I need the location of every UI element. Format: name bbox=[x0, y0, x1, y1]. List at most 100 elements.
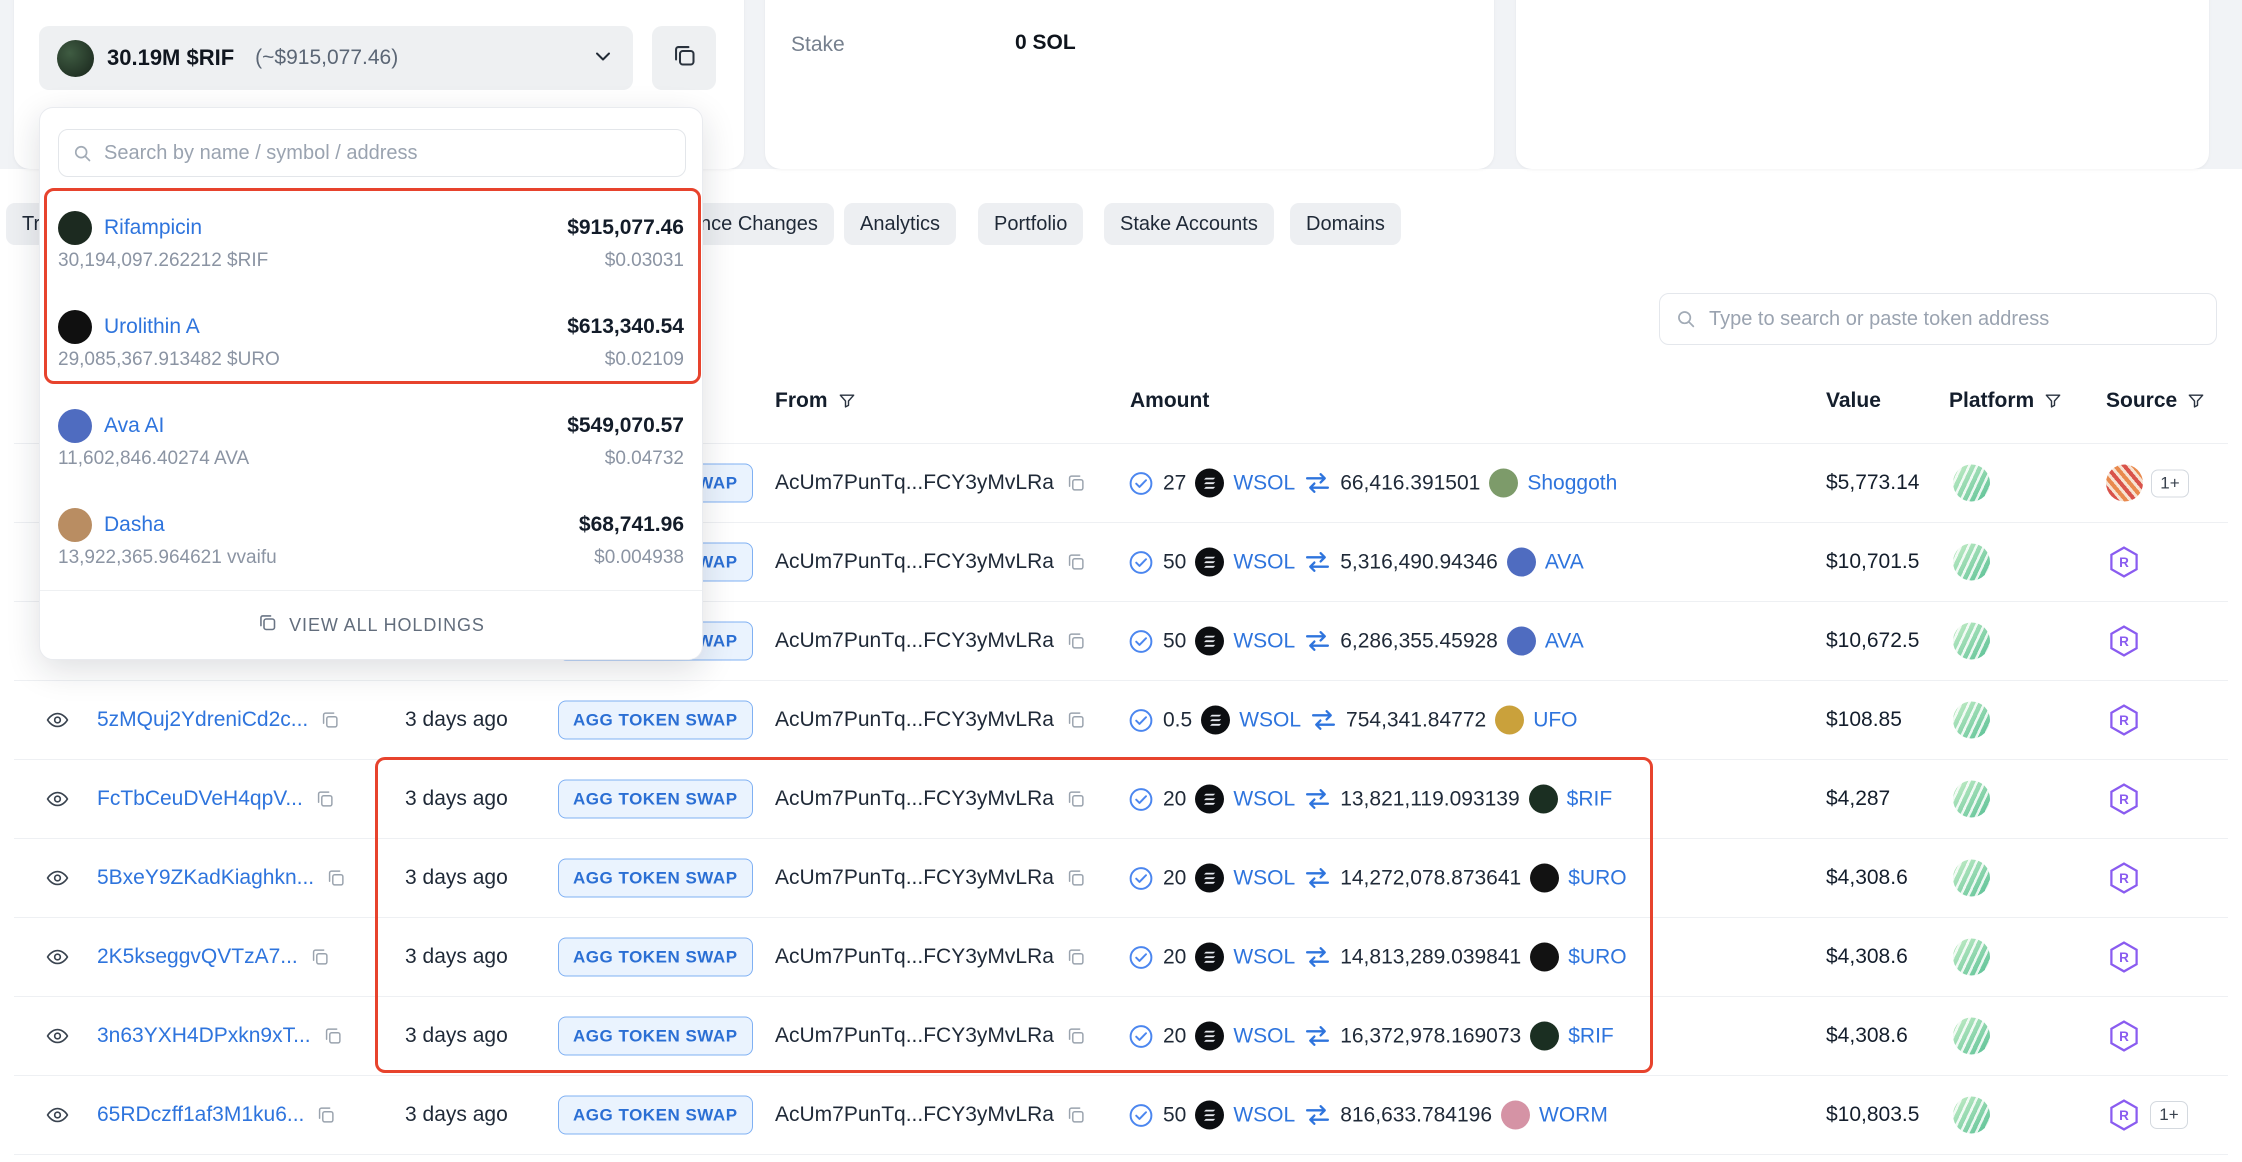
source-hex-icon[interactable]: R bbox=[2106, 939, 2142, 975]
tx-signature[interactable]: 5BxeY9ZKadKiaghkn... bbox=[97, 866, 314, 890]
tx-signature[interactable]: 5zMQuj2YdreniCd2c... bbox=[97, 708, 308, 732]
from-address[interactable]: AcUm7PunTq...FCY3yMvLRa bbox=[775, 471, 1054, 495]
copy-from-icon[interactable] bbox=[1065, 1104, 1087, 1126]
copy-from-icon[interactable] bbox=[1065, 472, 1087, 494]
token-in-link[interactable]: WSOL bbox=[1233, 787, 1295, 811]
token-out-link[interactable]: $URO bbox=[1568, 866, 1626, 890]
platform-icon[interactable] bbox=[1953, 781, 1990, 818]
source-hex-icon[interactable]: R bbox=[2106, 860, 2142, 896]
platform-icon[interactable] bbox=[1953, 702, 1990, 739]
portfolio-icon bbox=[257, 612, 278, 638]
token-in-link[interactable]: WSOL bbox=[1233, 471, 1295, 495]
token-holdings-selector[interactable]: 30.19M $RIF (~$915,077.46) bbox=[39, 26, 633, 90]
holding-item[interactable]: Urolithin A $613,340.54 29,085,367.91348… bbox=[40, 293, 702, 392]
source-multi-icon[interactable] bbox=[2106, 465, 2143, 502]
tx-signature[interactable]: 3n63YXH4DPxkn9xT... bbox=[97, 1024, 311, 1048]
source-count-badge[interactable]: 1+ bbox=[2150, 1101, 2188, 1129]
token-in-link[interactable]: WSOL bbox=[1233, 945, 1295, 969]
amount-out: 816,633.784196 bbox=[1340, 1103, 1492, 1127]
portfolio-button[interactable] bbox=[652, 26, 716, 90]
token-in-link[interactable]: WSOL bbox=[1233, 629, 1295, 653]
copy-signature-icon[interactable] bbox=[309, 946, 331, 968]
copy-signature-icon[interactable] bbox=[319, 709, 341, 731]
token-out-link[interactable]: AVA bbox=[1545, 550, 1584, 574]
source-hex-icon[interactable]: R bbox=[2106, 544, 2142, 580]
copy-from-icon[interactable] bbox=[1065, 867, 1087, 889]
tx-signature[interactable]: 65RDczff1af3M1ku6... bbox=[97, 1103, 304, 1127]
token-out-link[interactable]: $RIF bbox=[1567, 787, 1613, 811]
platform-icon[interactable] bbox=[1953, 1018, 1990, 1055]
token-out-link[interactable]: AVA bbox=[1545, 629, 1584, 653]
eye-button[interactable] bbox=[45, 866, 70, 891]
token-in-link[interactable]: WSOL bbox=[1239, 708, 1301, 732]
copy-from-icon[interactable] bbox=[1065, 1025, 1087, 1047]
from-address[interactable]: AcUm7PunTq...FCY3yMvLRa bbox=[775, 1024, 1054, 1048]
token-out-icon bbox=[1507, 548, 1536, 577]
holding-name[interactable]: Dasha bbox=[104, 513, 165, 537]
copy-signature-icon[interactable] bbox=[314, 788, 336, 810]
from-address[interactable]: AcUm7PunTq...FCY3yMvLRa bbox=[775, 708, 1054, 732]
filter-icon[interactable] bbox=[2186, 391, 2206, 411]
token-out-link[interactable]: $RIF bbox=[1568, 1024, 1614, 1048]
eye-button[interactable] bbox=[45, 945, 70, 970]
token-in-link[interactable]: WSOL bbox=[1233, 1024, 1295, 1048]
view-all-holdings-button[interactable]: VIEW ALL HOLDINGS bbox=[40, 591, 702, 659]
copy-from-icon[interactable] bbox=[1065, 709, 1087, 731]
holding-name[interactable]: Ava AI bbox=[104, 414, 164, 438]
from-address[interactable]: AcUm7PunTq...FCY3yMvLRa bbox=[775, 550, 1054, 574]
source-hex-icon[interactable]: R bbox=[2106, 781, 2142, 817]
holding-item[interactable]: Ava AI $549,070.57 11,602,846.40274 AVA … bbox=[40, 392, 702, 491]
from-address[interactable]: AcUm7PunTq...FCY3yMvLRa bbox=[775, 629, 1054, 653]
token-in-link[interactable]: WSOL bbox=[1233, 866, 1295, 890]
tab-portfolio[interactable]: Portfolio bbox=[978, 203, 1083, 245]
copy-from-icon[interactable] bbox=[1065, 551, 1087, 573]
source-hex-icon[interactable]: R bbox=[2106, 1018, 2142, 1054]
copy-from-icon[interactable] bbox=[1065, 946, 1087, 968]
token-out-link[interactable]: WORM bbox=[1539, 1103, 1608, 1127]
platform-icon[interactable] bbox=[1953, 860, 1990, 897]
filter-icon[interactable] bbox=[837, 391, 857, 411]
tx-signature[interactable]: 2K5kseggvQVTzA7... bbox=[97, 945, 298, 969]
eye-button[interactable] bbox=[45, 1103, 70, 1128]
tab-stake-accounts[interactable]: Stake Accounts bbox=[1104, 203, 1274, 245]
holding-price: $0.03031 bbox=[605, 250, 684, 272]
holding-name[interactable]: Urolithin A bbox=[104, 315, 200, 339]
from-address[interactable]: AcUm7PunTq...FCY3yMvLRa bbox=[775, 866, 1054, 890]
platform-icon[interactable] bbox=[1953, 465, 1990, 502]
from-address[interactable]: AcUm7PunTq...FCY3yMvLRa bbox=[775, 945, 1054, 969]
token-search-input[interactable] bbox=[1697, 308, 2216, 331]
from-address[interactable]: AcUm7PunTq...FCY3yMvLRa bbox=[775, 787, 1054, 811]
holding-item[interactable]: Dasha $68,741.96 13,922,365.964621 vvaif… bbox=[40, 491, 702, 590]
tab-analytics[interactable]: Analytics bbox=[844, 203, 956, 245]
token-out-link[interactable]: Shoggoth bbox=[1527, 471, 1617, 495]
copy-signature-icon[interactable] bbox=[322, 1025, 344, 1047]
token-in-link[interactable]: WSOL bbox=[1233, 1103, 1295, 1127]
swap-arrows-icon bbox=[1304, 1025, 1331, 1048]
copy-signature-icon[interactable] bbox=[315, 1104, 337, 1126]
platform-icon[interactable] bbox=[1953, 1097, 1990, 1134]
copy-from-icon[interactable] bbox=[1065, 788, 1087, 810]
tab-domains[interactable]: Domains bbox=[1290, 203, 1401, 245]
table-search bbox=[1659, 293, 2217, 345]
source-count-badge[interactable]: 1+ bbox=[2151, 469, 2189, 497]
from-address[interactable]: AcUm7PunTq...FCY3yMvLRa bbox=[775, 1103, 1054, 1127]
holding-name[interactable]: Rifampicin bbox=[104, 216, 202, 240]
token-in-link[interactable]: WSOL bbox=[1233, 550, 1295, 574]
filter-icon[interactable] bbox=[2043, 391, 2063, 411]
copy-from-icon[interactable] bbox=[1065, 630, 1087, 652]
eye-button[interactable] bbox=[45, 787, 70, 812]
holding-item[interactable]: Rifampicin $915,077.46 30,194,097.262212… bbox=[40, 194, 702, 293]
token-out-link[interactable]: $URO bbox=[1568, 945, 1626, 969]
eye-button[interactable] bbox=[45, 1024, 70, 1049]
platform-icon[interactable] bbox=[1953, 544, 1990, 581]
tx-signature[interactable]: FcTbCeuDVeH4qpV... bbox=[97, 787, 303, 811]
copy-signature-icon[interactable] bbox=[325, 867, 347, 889]
eye-button[interactable] bbox=[45, 708, 70, 733]
source-hex-icon[interactable]: R bbox=[2106, 1097, 2142, 1133]
platform-icon[interactable] bbox=[1953, 939, 1990, 976]
token-out-link[interactable]: UFO bbox=[1533, 708, 1577, 732]
platform-icon[interactable] bbox=[1953, 623, 1990, 660]
source-hex-icon[interactable]: R bbox=[2106, 702, 2142, 738]
holdings-search-input[interactable] bbox=[93, 142, 685, 165]
source-hex-icon[interactable]: R bbox=[2106, 623, 2142, 659]
